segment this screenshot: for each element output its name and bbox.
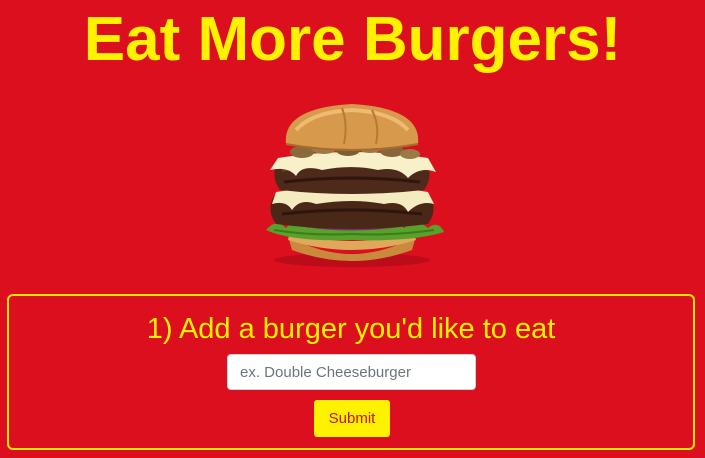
add-burger-heading: 1) Add a burger you'd like to eat <box>146 313 556 345</box>
page-title: Eat More Burgers! <box>83 5 622 74</box>
burger-image <box>252 100 452 270</box>
add-burger-panel: 1) Add a burger you'd like to eat Submit <box>7 294 695 450</box>
page: Eat More Burgers! 1) Add a burger you'd … <box>0 0 705 458</box>
burger-name-input[interactable] <box>227 354 476 390</box>
submit-button[interactable]: Submit <box>314 400 390 437</box>
